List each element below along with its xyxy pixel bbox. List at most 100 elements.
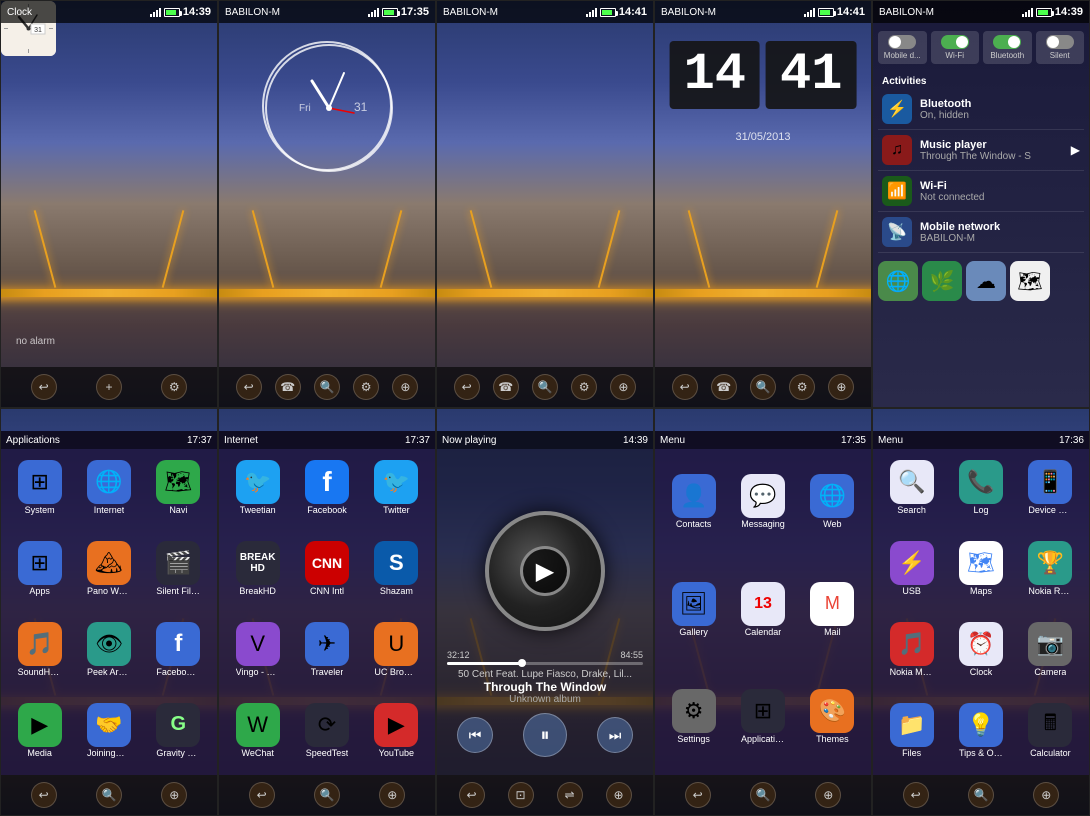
app-nokia-music[interactable]: 🎵 Nokia Music	[878, 611, 945, 690]
app-tweetian[interactable]: 🐦 Tweetian	[224, 449, 291, 528]
settings-btn-2[interactable]: ⚙	[353, 374, 379, 400]
app-gravityguy[interactable]: G Gravity Guy	[145, 691, 212, 770]
app-mail[interactable]: M Mail	[799, 557, 866, 663]
add-btn-10[interactable]: ⊕	[1033, 782, 1059, 808]
toggle-switch-mobile[interactable]	[888, 35, 916, 49]
app-cnn[interactable]: CNN CNN Intl	[293, 530, 360, 609]
settings-btn-3[interactable]: ⚙	[571, 374, 597, 400]
add-btn-9[interactable]: ⊕	[815, 782, 841, 808]
app-gallery[interactable]: 🖼 Gallery	[660, 557, 727, 663]
search-btn-6[interactable]: 🔍	[96, 782, 122, 808]
back-btn-3[interactable]: ↩	[454, 374, 480, 400]
activity-network[interactable]: 📡 Mobile network BABILON-M	[878, 212, 1084, 253]
toggle-mobile[interactable]: Mobile d...	[878, 31, 927, 64]
app-messaging[interactable]: 💬 Messaging	[729, 449, 796, 555]
search-btn-9[interactable]: 🔍	[750, 782, 776, 808]
app-usb[interactable]: ⚡ USB	[878, 530, 945, 609]
next-btn[interactable]: ⏭	[597, 717, 633, 753]
app-contacts[interactable]: 👤 Contacts	[660, 449, 727, 555]
search-btn-4[interactable]: 🔍	[750, 374, 776, 400]
app-breakhd[interactable]: BREAK HD BreakHD	[224, 530, 291, 609]
app-web[interactable]: 🌐 Web	[799, 449, 866, 555]
phone-btn-3[interactable]: ☎	[493, 374, 519, 400]
toggle-switch-bluetooth[interactable]	[993, 35, 1021, 49]
qs-app-4[interactable]: 🗺	[1010, 261, 1050, 301]
prev-btn[interactable]: ⏮	[457, 717, 493, 753]
app-log[interactable]: 📞 Log	[947, 449, 1014, 528]
back-btn-1[interactable]: ↩	[31, 374, 57, 400]
app-peek[interactable]: 👁 Peek Around	[75, 611, 142, 690]
app-nokia-rec[interactable]: 🏆 Nokia Reco...	[1017, 530, 1084, 609]
progress-track[interactable]	[447, 662, 643, 665]
qs-app-1[interactable]: 🌐	[878, 261, 918, 301]
toggle-wifi[interactable]: Wi-Fi	[931, 31, 980, 64]
app-youtube[interactable]: ▶ YouTube	[363, 691, 430, 770]
settings-btn-4[interactable]: ⚙	[789, 374, 815, 400]
activity-bluetooth[interactable]: ⚡ Bluetooth On, hidden	[878, 89, 1084, 130]
app-ucbrowser[interactable]: U UC Browser	[363, 611, 430, 690]
back-btn-10[interactable]: ↩	[903, 782, 929, 808]
app-themes[interactable]: 🎨 Themes	[799, 664, 866, 770]
app-system[interactable]: ⊞ System	[6, 449, 73, 528]
app-clock[interactable]: ⏰ Clock	[947, 611, 1014, 690]
search-btn-7[interactable]: 🔍	[314, 782, 340, 808]
qs-app-2[interactable]: 🌿	[922, 261, 962, 301]
back-btn-8[interactable]: ↩	[459, 782, 485, 808]
app-wechat[interactable]: W WeChat	[224, 691, 291, 770]
app-joininghands[interactable]: 🤝 JoiningHands	[75, 691, 142, 770]
app-facebook[interactable]: f Facebook	[293, 449, 360, 528]
app-maps[interactable]: 🗺 Maps	[947, 530, 1014, 609]
back-btn-9[interactable]: ↩	[685, 782, 711, 808]
app-applications[interactable]: ⊞ Applications	[729, 664, 796, 770]
app-calendar[interactable]: 13 Calendar	[729, 557, 796, 663]
pause-btn[interactable]: ⏸	[523, 713, 567, 757]
play-btn-overlay[interactable]: ▶	[520, 546, 570, 596]
app-speedtest[interactable]: ⟳ SpeedTest	[293, 691, 360, 770]
toggle-silent[interactable]: Silent	[1036, 31, 1085, 64]
app-silentfilm[interactable]: 🎬 Silent Film Di...	[145, 530, 212, 609]
add-btn-3[interactable]: ⊕	[610, 374, 636, 400]
settings-btn-1[interactable]: ⚙	[161, 374, 187, 400]
app-soundhound[interactable]: 🎵 SoundHound	[6, 611, 73, 690]
repeat-btn-8[interactable]: ⊡	[508, 782, 534, 808]
add-btn-6[interactable]: ⊕	[161, 782, 187, 808]
phone-btn-2[interactable]: ☎	[275, 374, 301, 400]
toggle-switch-wifi[interactable]	[941, 35, 969, 49]
add-btn-1[interactable]: +	[96, 374, 122, 400]
toggle-bluetooth[interactable]: Bluetooth	[983, 31, 1032, 64]
app-vingo[interactable]: V Vingo - Voice	[224, 611, 291, 690]
search-btn-10[interactable]: 🔍	[968, 782, 994, 808]
app-calculator[interactable]: 🖩 Calculator	[1017, 691, 1084, 770]
search-btn-2[interactable]: 🔍	[314, 374, 340, 400]
app-camera[interactable]: 📷 Camera	[1017, 611, 1084, 690]
app-media[interactable]: ▶ Media	[6, 691, 73, 770]
app-twitter[interactable]: 🐦 Twitter	[363, 449, 430, 528]
app-settings[interactable]: ⚙ Settings	[660, 664, 727, 770]
progress-thumb[interactable]	[518, 659, 526, 667]
back-btn-2[interactable]: ↩	[236, 374, 262, 400]
add-btn-2[interactable]: ⊕	[392, 374, 418, 400]
activity-wifi[interactable]: 📶 Wi-Fi Not connected	[878, 171, 1084, 212]
app-files[interactable]: 📁 Files	[878, 691, 945, 770]
app-shazam[interactable]: S Shazam	[363, 530, 430, 609]
app-facebookplus[interactable]: f Facebook+	[145, 611, 212, 690]
app-tips[interactable]: 💡 Tips & Offers	[947, 691, 1014, 770]
add-btn-4[interactable]: ⊕	[828, 374, 854, 400]
qs-app-3[interactable]: ☁	[966, 261, 1006, 301]
add-btn-8[interactable]: ⊕	[606, 782, 632, 808]
back-btn-4[interactable]: ↩	[672, 374, 698, 400]
phone-btn-4[interactable]: ☎	[711, 374, 737, 400]
app-pano[interactable]: 🏔 Pano Wallpa...	[75, 530, 142, 609]
add-btn-7[interactable]: ⊕	[379, 782, 405, 808]
search-btn-3[interactable]: 🔍	[532, 374, 558, 400]
activity-music[interactable]: ♫ Music player Through The Window - S ▶	[878, 130, 1084, 171]
app-navi[interactable]: 🗺 Navi	[145, 449, 212, 528]
app-search[interactable]: 🔍 Search	[878, 449, 945, 528]
back-btn-6[interactable]: ↩	[31, 782, 57, 808]
back-btn-7[interactable]: ↩	[249, 782, 275, 808]
app-apps[interactable]: ⊞ Apps	[6, 530, 73, 609]
app-internet[interactable]: 🌐 Internet	[75, 449, 142, 528]
app-traveler[interactable]: ✈ Traveler	[293, 611, 360, 690]
shuffle-btn-8[interactable]: ⇌	[557, 782, 583, 808]
app-device-manager[interactable]: 📱 Device mana...	[1017, 449, 1084, 528]
